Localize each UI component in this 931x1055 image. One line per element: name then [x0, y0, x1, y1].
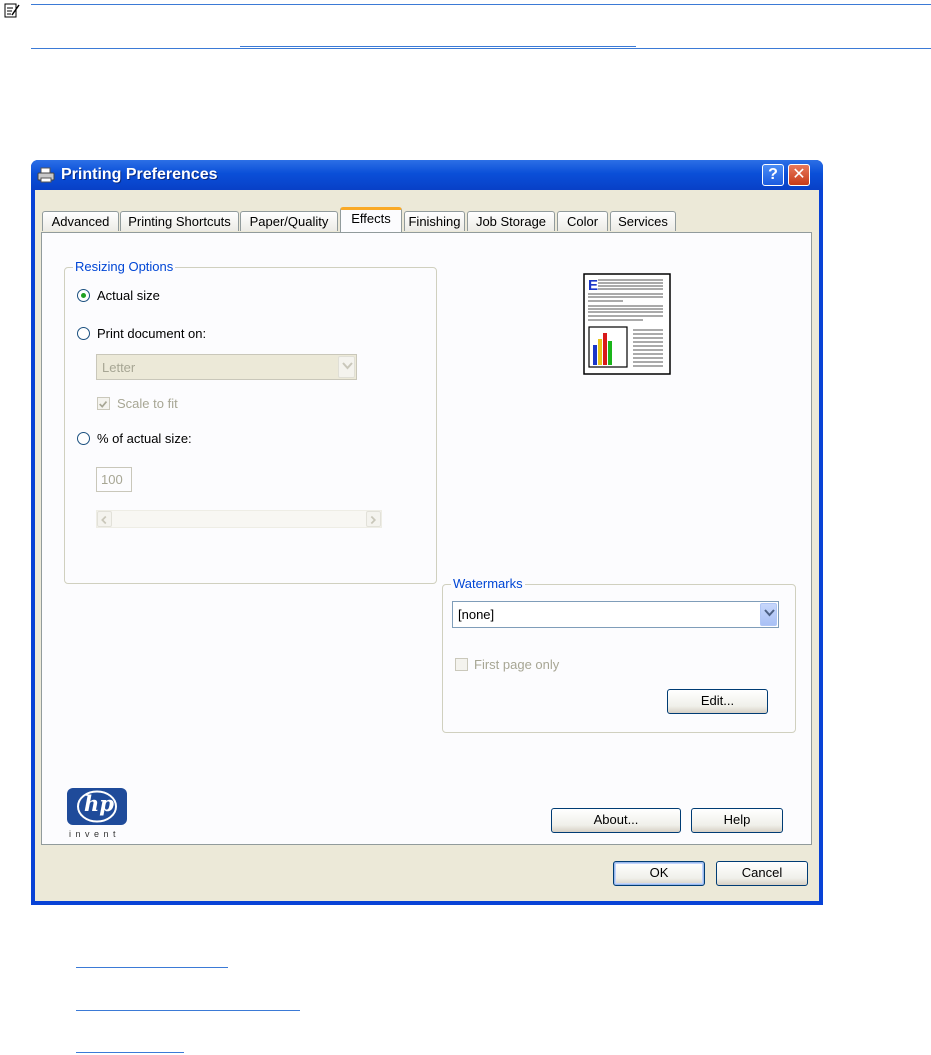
chevron-right-icon [370, 515, 377, 525]
paper-size-select[interactable]: Letter [96, 354, 357, 380]
scale-to-fit-label: Scale to fit [117, 396, 178, 411]
tab-finishing[interactable]: Finishing [404, 211, 465, 231]
dialog-title: Printing Preferences [61, 166, 218, 183]
tab-job-storage[interactable]: Job Storage [467, 211, 555, 231]
resizing-options-legend: Resizing Options [73, 259, 176, 274]
tab-paper-quality[interactable]: Paper/Quality [240, 211, 338, 231]
related-link[interactable] [76, 967, 228, 968]
effects-panel: Resizing Options Actual size Print docum… [41, 232, 812, 845]
actual-size-label[interactable]: Actual size [97, 288, 160, 303]
printing-preferences-dialog: Printing Preferences ? ✕ Advanced Printi… [31, 160, 823, 905]
first-page-only-checkbox[interactable] [455, 658, 468, 671]
ok-button[interactable]: OK [613, 861, 705, 886]
related-link[interactable] [76, 1010, 300, 1011]
tab-printing-shortcuts[interactable]: Printing Shortcuts [120, 211, 239, 231]
close-button[interactable]: ✕ [788, 164, 810, 186]
watermark-value: [none] [458, 607, 495, 622]
help-title-button[interactable]: ? [762, 164, 784, 186]
actual-size-radio[interactable] [77, 289, 90, 302]
hp-logo: hp i n v e n t [66, 787, 128, 843]
note-bottom-rule [31, 48, 931, 49]
scale-to-fit-checkbox[interactable] [97, 397, 110, 410]
note-link[interactable] [240, 46, 636, 47]
edit-watermark-button[interactable]: Edit... [667, 689, 768, 714]
scroll-right-button[interactable] [366, 511, 381, 527]
percent-actual-size-label[interactable]: % of actual size: [97, 431, 192, 446]
note-icon [4, 3, 20, 18]
hp-logo-text: hp [84, 791, 114, 816]
dialog-client: Advanced Printing Shortcuts Paper/Qualit… [35, 190, 819, 901]
chevron-left-icon [101, 515, 107, 525]
paper-size-value: Letter [102, 360, 136, 375]
about-button[interactable]: About... [551, 808, 681, 833]
print-document-on-label[interactable]: Print document on: [97, 326, 206, 341]
invent-text: i n v e n t [69, 829, 117, 839]
tab-services[interactable]: Services [610, 211, 676, 231]
related-link[interactable] [76, 1052, 184, 1053]
percent-scrollbar[interactable] [96, 510, 382, 528]
tab-effects[interactable]: Effects [340, 207, 402, 232]
percent-actual-size-radio[interactable] [77, 432, 90, 445]
help-button[interactable]: Help [691, 808, 783, 833]
watermark-select[interactable]: [none] [452, 601, 779, 628]
print-document-on-radio[interactable] [77, 327, 90, 340]
chevron-down-icon [760, 603, 777, 626]
first-page-only-label: First page only [474, 657, 560, 672]
page-preview-image: E [583, 273, 671, 375]
note-top-rule [31, 4, 931, 5]
percent-input[interactable]: 100 [96, 467, 132, 492]
watermarks-legend: Watermarks [451, 576, 525, 591]
scroll-left-button[interactable] [97, 511, 112, 527]
cancel-button[interactable]: Cancel [716, 861, 808, 886]
title-bar[interactable]: Printing Preferences ? ✕ [31, 160, 823, 190]
printer-icon [37, 167, 55, 183]
resizing-options-group: Resizing Options Actual size Print docum… [64, 259, 437, 584]
watermarks-group: Watermarks [none] First page only Edit..… [442, 576, 796, 733]
chevron-down-icon [338, 356, 355, 378]
checkmark-icon [99, 400, 108, 408]
tab-advanced[interactable]: Advanced [42, 211, 119, 231]
svg-text:E: E [588, 277, 598, 294]
tab-color[interactable]: Color [557, 211, 608, 231]
